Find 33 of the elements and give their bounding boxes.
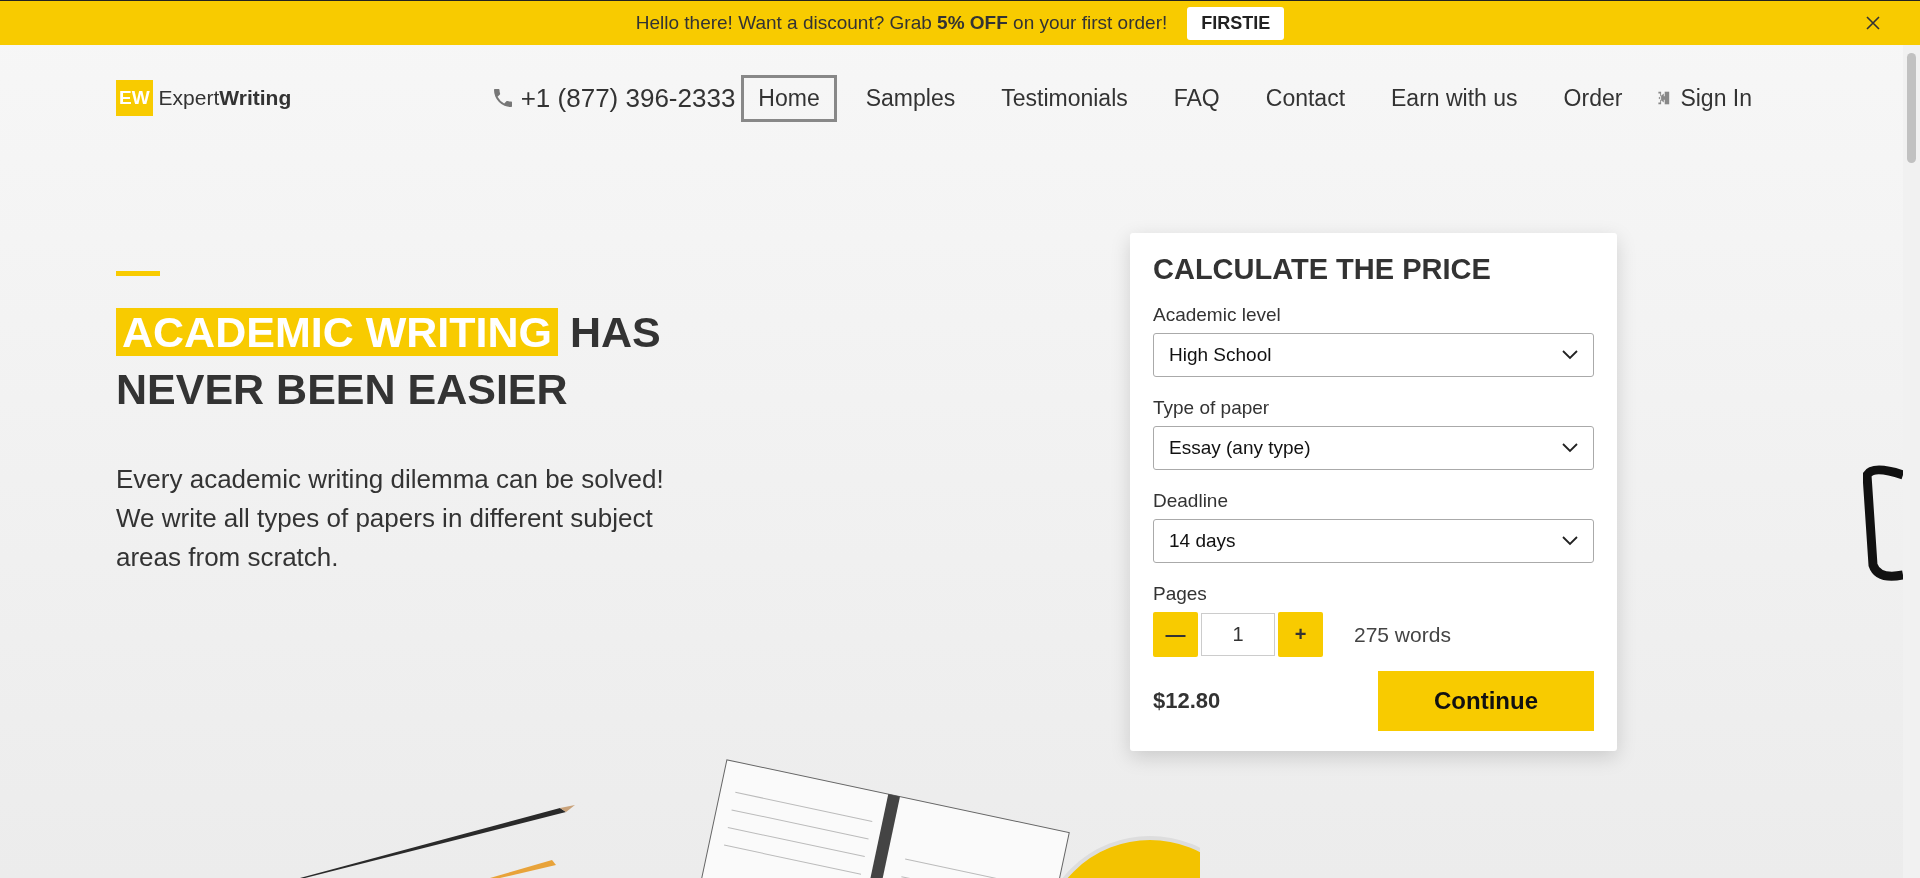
sign-in-link[interactable]: Sign In (1671, 74, 1769, 122)
chevron-down-icon (1562, 536, 1578, 546)
decrement-button[interactable]: — (1153, 612, 1198, 657)
select-field[interactable]: Essay (any type) (1153, 426, 1594, 470)
close-icon[interactable] (1866, 16, 1880, 30)
select-field[interactable]: 14 days (1153, 519, 1594, 563)
word-count: 275 words (1354, 622, 1451, 647)
field-label: Pages (1153, 583, 1208, 605)
logo-text[interactable]: ExpertWriting (158, 86, 292, 110)
nav-link[interactable]: Order (1546, 74, 1640, 122)
chevron-down-icon (1562, 350, 1578, 360)
promo-text: Hello there! Want a discount? Grab 5% OFF on your first order! (635, 12, 1168, 34)
nav-link[interactable]: Testimonials (984, 74, 1145, 122)
nav-link[interactable]: Samples (848, 74, 973, 122)
hero-heading: ACADEMIC WRITING HAS NEVER BEEN EASIER (116, 307, 662, 415)
field-label: Type of paper (1153, 397, 1271, 419)
promo-code: FIRSTIE (1187, 6, 1285, 40)
calculator-title: CALCULATE THE PRICE (1153, 253, 1492, 286)
nav-link[interactable]: Contact (1248, 74, 1363, 122)
nav-link[interactable]: Earn with us (1374, 74, 1535, 122)
hero-description: Every academic writing dilemma can be solved! We write all types of papers in different subject areas from scratch. (116, 463, 665, 574)
scrollbar[interactable] (1903, 45, 1920, 878)
phone-number[interactable]: +1 (877) 396-2333 (520, 82, 736, 114)
continue-button[interactable]: Continue (1378, 671, 1594, 731)
pages-input[interactable]: 1 (1201, 613, 1275, 656)
nav-link[interactable]: Home (741, 74, 837, 122)
field-label: Deadline (1153, 490, 1229, 512)
increment-button[interactable]: + (1278, 612, 1323, 657)
select-field[interactable]: High School (1153, 333, 1594, 377)
field-label: Academic level (1153, 304, 1282, 326)
chevron-down-icon (1562, 443, 1578, 453)
nav-link[interactable]: FAQ (1156, 74, 1237, 122)
price: $12.80 (1153, 688, 1221, 714)
